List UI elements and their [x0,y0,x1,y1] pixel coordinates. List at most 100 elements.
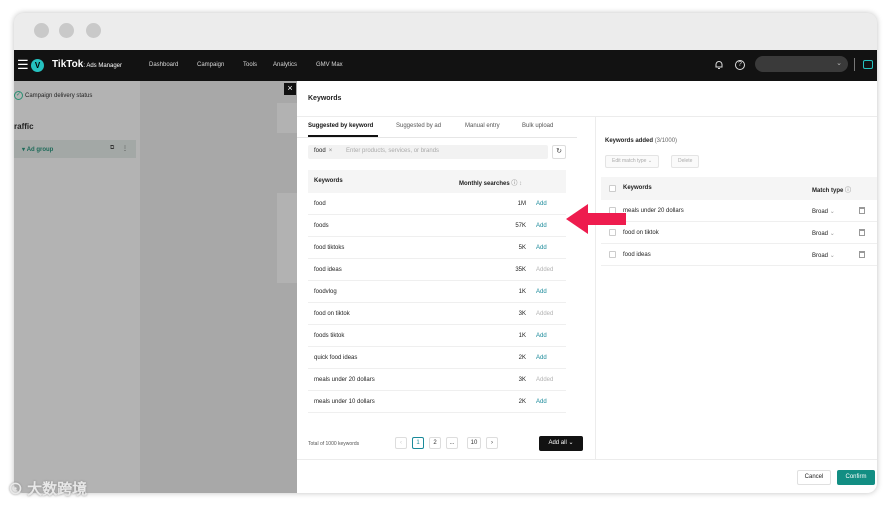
match-type-select[interactable]: Broad ⌄ [812,208,835,215]
keyword-cell: food on tiktok [623,230,659,236]
match-type-select[interactable]: Broad ⌄ [812,230,835,237]
page-10[interactable]: 10 [467,437,481,449]
trash-icon[interactable] [859,207,865,214]
added-keyword-row: food on tiktok Broad ⌄ [601,222,877,244]
maximize-window-dot[interactable] [86,23,101,38]
keywords-added-title: Keywords added (3/1000) [605,138,677,144]
add-keyword-button[interactable]: Add [536,355,547,361]
total-keywords: Total of 1000 keywords [308,441,360,447]
footer-divider [297,459,877,460]
column-keywords: Keywords [314,178,343,184]
added-status: Added [536,267,554,273]
monthly-searches-cell: 35K [515,267,526,273]
drawer-title: Keywords [308,95,342,102]
info-icon: ⓘ [511,181,518,187]
match-type-value: Broad [812,253,829,259]
keyword-cell: food tiktoks [314,245,345,251]
trash-icon[interactable] [859,251,865,258]
chevron-down-icon: ⌄ [829,231,835,237]
top-navigation: ☰ V TikTok: Ads Manager Dashboard Campai… [14,50,877,81]
keyword-cell: food on tiktok [314,311,350,317]
added-status: Added [536,311,554,317]
monthly-searches-cell: 5K [518,245,526,251]
column-monthly-searches[interactable]: Monthly searches ⓘ ↕ [459,178,522,187]
added-count: (3/1000) [654,138,678,144]
edit-match-type-button[interactable]: Edit match type ⌄ [605,155,660,168]
add-keyword-button[interactable]: Add [536,399,547,405]
delete-button[interactable]: Delete [671,155,700,168]
add-keyword-button[interactable]: Add [536,245,547,251]
table-row: meals under 10 dollars 2K Add [308,391,566,413]
page-ellipsis[interactable]: ... [446,437,458,449]
add-keyword-button[interactable]: Add [536,289,547,295]
nav-dashboard[interactable]: Dashboard [149,62,178,68]
monthly-searches-cell: 57K [515,223,526,229]
divider [297,116,877,117]
account-avatar[interactable]: V [31,59,44,72]
page-2[interactable]: 2 [429,437,441,449]
monthly-searches-cell: 3K [518,377,526,383]
chevron-down-icon: ⌄ [836,60,842,67]
tab-suggested-by-keyword[interactable]: Suggested by keyword [308,123,373,129]
sort-icon[interactable]: ↕ [519,181,522,187]
table-row: foods 57K Add [308,215,566,237]
nav-tools[interactable]: Tools [243,62,257,68]
table-row: foods tiktok 1K Add [308,325,566,347]
keyword-search[interactable]: food × Enter products, services, or brand… [308,145,548,159]
account-selector[interactable]: ⌄ [755,56,848,72]
table-row: food 1M Add [308,193,566,215]
next-page-button[interactable]: › [486,437,498,449]
match-type-value: Broad [812,209,829,215]
keyword-cell: meals under 20 dollars [623,208,684,214]
edit-match-label: Edit match type [612,158,647,164]
help-icon[interactable]: ? [735,60,745,70]
tab-suggested-by-ad[interactable]: Suggested by ad [396,123,441,129]
ad-group-item: ▾ Ad group ⧉ ⋮ [14,140,136,158]
close-window-dot[interactable] [34,23,49,38]
monthly-searches-cell: 3K [518,311,526,317]
nav-campaign[interactable]: Campaign [197,62,224,68]
tiktok-ads-logo[interactable]: TikTok: Ads Manager [52,59,122,70]
bell-icon[interactable] [714,60,724,70]
nav-gmv-max[interactable]: GMV Max [316,62,343,68]
select-all-checkbox[interactable] [609,185,616,192]
refresh-icon[interactable]: ↻ [552,145,566,159]
add-keyword-button[interactable]: Add [536,201,547,207]
keyword-chip[interactable]: food × [314,148,332,154]
added-table-header: Keywords Match type ⓘ [601,177,877,200]
hamburger-icon[interactable]: ☰ [17,58,29,72]
info-icon: ⓘ [845,188,852,194]
confirm-button[interactable]: Confirm [837,470,875,485]
chevron-down-icon: ⌄ [829,253,835,259]
nav-analytics[interactable]: Analytics [273,62,297,68]
column-keywords: Keywords [623,185,652,191]
add-all-button[interactable]: Add all ⌄ [539,436,583,451]
add-keyword-button[interactable]: Add [536,223,547,229]
campaign-delivery-status: ✓ Campaign delivery status [14,91,92,100]
minimize-window-dot[interactable] [59,23,74,38]
tab-bulk-upload[interactable]: Bulk upload [522,123,553,129]
keywords-drawer: Keywords Suggested by keyword Suggested … [297,81,877,493]
table-row: foodvlog 1K Add [308,281,566,303]
monthly-searches-cell: 1K [518,333,526,339]
add-keyword-button[interactable]: Add [536,333,547,339]
chip-remove-icon[interactable]: × [329,148,333,154]
page-1[interactable]: 1 [412,437,424,449]
store-icon[interactable] [863,60,873,69]
window-titlebar [14,13,877,50]
traffic-heading: raffic [14,122,34,131]
close-icon[interactable]: × [284,83,296,95]
tab-manual-entry[interactable]: Manual entry [465,123,500,129]
table-row: quick food ideas 2K Add [308,347,566,369]
prev-page-button[interactable]: ‹ [395,437,407,449]
column-match-type: Match type ⓘ [812,185,851,194]
trash-icon[interactable] [859,229,865,236]
row-checkbox[interactable] [609,251,616,258]
cancel-button[interactable]: Cancel [797,470,831,485]
keyword-cell: food ideas [314,267,342,273]
monthly-searches-cell: 1M [517,201,526,207]
match-type-select[interactable]: Broad ⌄ [812,252,835,259]
keyword-cell: food [314,201,326,207]
red-arrow-annotation [566,204,626,234]
table-header: Keywords Monthly searches ⓘ ↕ [308,170,566,193]
